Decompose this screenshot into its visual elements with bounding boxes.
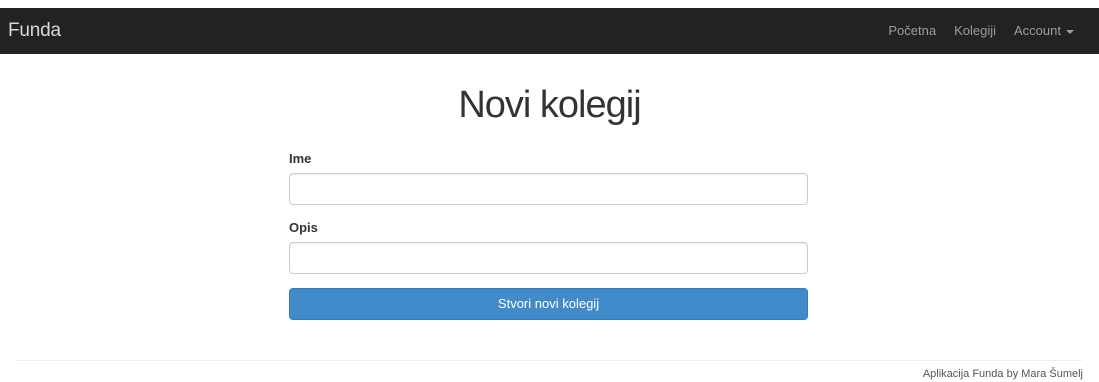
- description-input[interactable]: [289, 242, 808, 274]
- nav-link-label: Početna: [888, 23, 937, 38]
- account-dropdown[interactable]: Account: [1005, 8, 1083, 54]
- description-form-group: Opis: [289, 219, 808, 274]
- nav-menu: Početna Kolegiji Account: [879, 8, 1083, 54]
- nav-link-label: Account: [1014, 23, 1061, 38]
- footer-divider: [16, 360, 1082, 361]
- brand-link[interactable]: Funda: [8, 8, 61, 54]
- page-title: Novi kolegij: [458, 84, 641, 126]
- description-label: Opis: [289, 220, 318, 235]
- nav-link-kolegiji[interactable]: Kolegiji: [945, 8, 1005, 54]
- name-label: Ime: [289, 151, 312, 166]
- nav-link-pocetna[interactable]: Početna: [879, 8, 945, 54]
- caret-down-icon: [1066, 29, 1074, 34]
- name-input[interactable]: [289, 173, 808, 205]
- navbar: Funda Početna Kolegiji Account: [0, 8, 1099, 54]
- name-form-group: Ime: [289, 150, 808, 205]
- create-course-button[interactable]: Stvori novi kolegij: [289, 288, 808, 320]
- nav-link-label: Kolegiji: [954, 23, 997, 38]
- footer-text: Aplikacija Funda by Mara Šumelj: [922, 368, 1083, 380]
